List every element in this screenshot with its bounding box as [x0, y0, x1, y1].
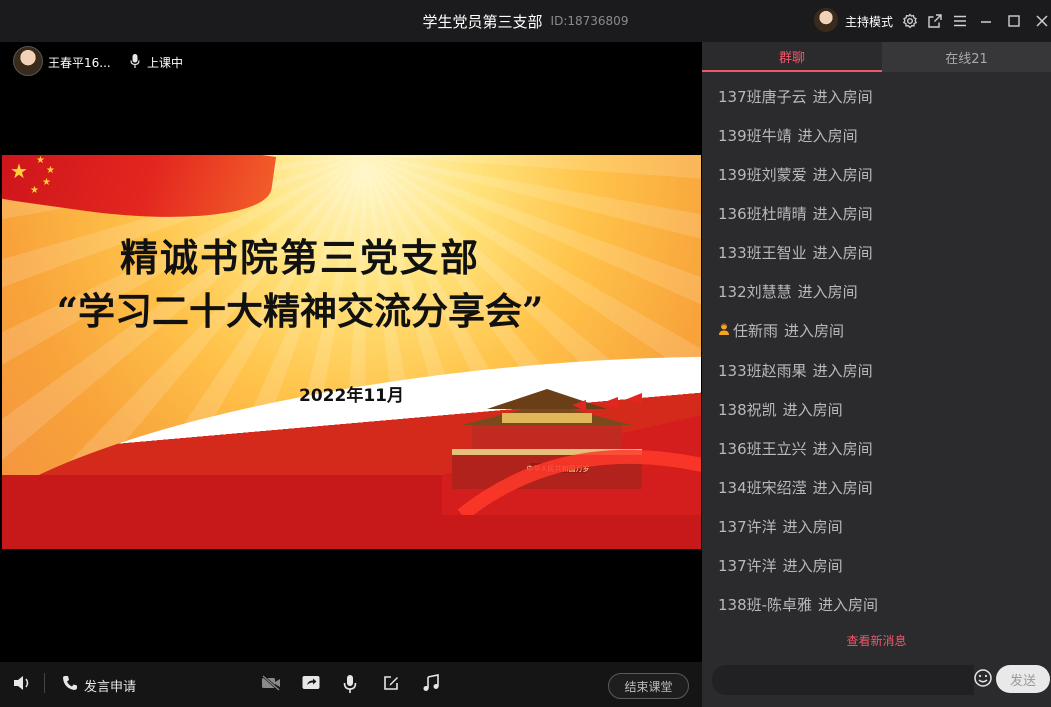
room-title: 学生党员第三支部 — [422, 12, 543, 31]
toolbar-divider — [44, 673, 45, 693]
slide-title-line1: 精诚书院第三党支部 — [119, 235, 480, 280]
phone-icon[interactable] — [61, 674, 79, 692]
chat-tabs: 群聊 在线21 — [702, 42, 1051, 72]
settings-gear-icon[interactable] — [900, 11, 920, 31]
maximize-icon[interactable] — [1004, 11, 1024, 31]
chat-message: 132刘慧慧 进入房间 — [718, 283, 858, 301]
flag-star-icon: ★ — [10, 159, 28, 183]
tab-group-chat[interactable]: 群聊 — [702, 42, 882, 72]
menu-icon[interactable] — [950, 11, 970, 31]
popout-icon[interactable] — [925, 11, 945, 31]
slide-title-line2: “学习二十大精神交流分享会” — [56, 289, 544, 333]
chat-message: 138班-陈卓雅 进入房间 — [718, 596, 879, 614]
edit-icon[interactable] — [382, 674, 400, 692]
chat-message: 136班杜晴晴 进入房间 — [718, 205, 873, 223]
music-icon[interactable] — [421, 674, 441, 692]
host-mode-label[interactable]: 主持模式 — [845, 13, 893, 30]
camera-off-icon[interactable] — [260, 674, 282, 692]
chat-panel: 群聊 在线21 137班唐子云 进入房间 139班牛靖 进入房间 139班刘蒙爱… — [702, 42, 1051, 707]
microphone-icon[interactable] — [343, 674, 357, 694]
speak-request-button[interactable]: 发言申请 — [84, 676, 136, 695]
flag-star-icon: ★ — [30, 185, 39, 196]
class-status: 上课中 — [147, 56, 184, 70]
title-group: 学生党员第三支部 ID:18736809 — [0, 0, 1051, 42]
teacher-avatar[interactable] — [13, 46, 43, 76]
chat-message: 138祝凯 进入房间 — [718, 401, 843, 419]
host-avatar[interactable] — [814, 8, 838, 32]
chat-message: 任新雨 进入房间 — [718, 320, 844, 341]
screen-share-icon[interactable] — [301, 674, 321, 692]
presentation-slide: ★ ★ ★ ★ ★ 精诚书院第三党支部 “学习二十大精神交流分享会” 2022年… — [2, 155, 701, 549]
flag-star-icon: ★ — [42, 177, 51, 188]
flag-star-icon: ★ — [46, 165, 55, 176]
minimize-icon[interactable] — [976, 11, 996, 31]
chat-input[interactable] — [712, 665, 974, 695]
teacher-badge-icon — [718, 322, 730, 340]
close-icon[interactable] — [1032, 11, 1051, 31]
room-id: ID:18736809 — [550, 14, 629, 28]
chat-message: 133班王智业 进入房间 — [718, 244, 873, 262]
chat-message: 137许洋 进入房间 — [718, 557, 843, 575]
chat-message: 139班牛靖 进入房间 — [718, 127, 858, 145]
end-class-button[interactable]: 结束课堂 — [608, 673, 689, 699]
microphone-status-icon — [129, 53, 141, 73]
chat-message: 139班刘蒙爱 进入房间 — [718, 166, 873, 184]
chat-message: 134班宋绍滢 进入房间 — [718, 479, 873, 497]
teacher-name: 王春平16... — [48, 56, 111, 70]
view-new-messages-link[interactable]: 查看新消息 — [702, 632, 1051, 649]
flag-star-icon: ★ — [36, 155, 45, 166]
tiananmen-gate-illustration: 中华人民共和国万岁 — [442, 389, 701, 515]
send-button[interactable]: 发送 — [996, 665, 1050, 693]
chat-message: 136班王立兴 进入房间 — [718, 440, 873, 458]
speaker-icon[interactable] — [12, 674, 32, 692]
chat-message: 137班唐子云 进入房间 — [718, 88, 873, 106]
title-bar: 学生党员第三支部 ID:18736809 主持模式 — [0, 0, 1051, 42]
slide-date: 2022年11月 — [299, 386, 404, 406]
emoji-icon[interactable] — [973, 668, 993, 692]
chat-message: 137许洋 进入房间 — [718, 518, 843, 536]
chat-message: 133班赵雨果 进入房间 — [718, 362, 873, 380]
tab-online[interactable]: 在线21 — [882, 42, 1051, 72]
